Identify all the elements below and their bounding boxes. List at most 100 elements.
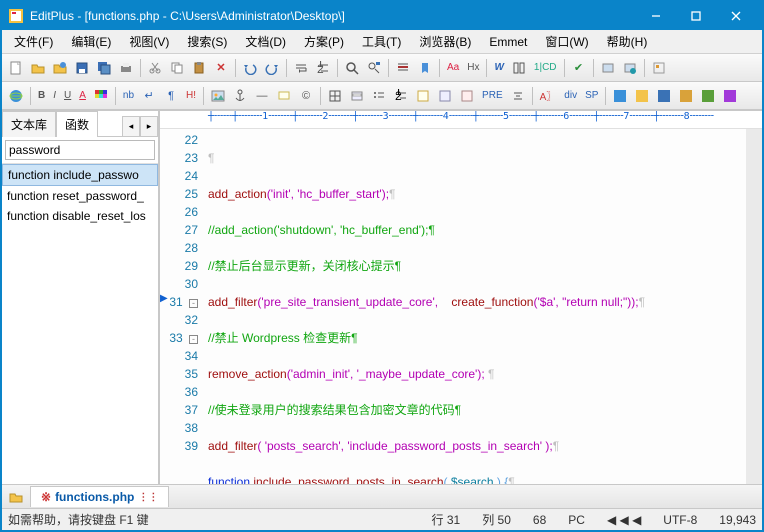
char-icon[interactable]: © bbox=[296, 86, 316, 106]
menu-tools[interactable]: 工具(T) bbox=[354, 31, 409, 52]
customize-icon[interactable] bbox=[649, 58, 669, 78]
redo-icon[interactable] bbox=[262, 58, 282, 78]
print-icon[interactable] bbox=[116, 58, 136, 78]
editor: ┼╌╌╌┼╌╌╌╌1╌╌╌╌┼╌╌╌╌2╌╌╌╌┼╌╌╌╌3╌╌╌╌┼╌╌╌╌4… bbox=[160, 111, 762, 484]
document-tab-label: functions.php bbox=[55, 490, 134, 504]
columns-icon[interactable] bbox=[509, 58, 529, 78]
close-button[interactable] bbox=[716, 2, 756, 30]
hr-icon[interactable]: — bbox=[252, 86, 272, 106]
sidetab-library[interactable]: 文本库 bbox=[2, 111, 56, 137]
italic-icon[interactable]: I bbox=[50, 86, 59, 106]
menu-document[interactable]: 文档(D) bbox=[237, 31, 294, 52]
copy-icon[interactable] bbox=[167, 58, 187, 78]
replace-icon[interactable] bbox=[364, 58, 384, 78]
paragraph-icon[interactable]: ¶ bbox=[161, 86, 181, 106]
settings-icon[interactable] bbox=[598, 58, 618, 78]
word-wrap-icon[interactable] bbox=[291, 58, 311, 78]
palette6-icon[interactable] bbox=[720, 86, 740, 106]
maximize-button[interactable] bbox=[676, 2, 716, 30]
paste-icon[interactable] bbox=[189, 58, 209, 78]
menu-bar: 文件(F) 编辑(E) 视图(V) 搜索(S) 文档(D) 方案(P) 工具(T… bbox=[2, 30, 762, 54]
status-chars: 68 bbox=[533, 513, 546, 527]
menu-browser[interactable]: 浏览器(B) bbox=[411, 31, 479, 52]
line-number-icon[interactable]: 12 bbox=[313, 58, 333, 78]
underline-icon[interactable]: U bbox=[61, 86, 74, 106]
span-icon[interactable]: SP bbox=[582, 86, 601, 106]
encoding-icon[interactable]: 1|CD bbox=[531, 58, 560, 78]
list-ol-icon[interactable]: 12 bbox=[391, 86, 411, 106]
nbsp-icon[interactable]: nb bbox=[120, 86, 137, 106]
open-remote-icon[interactable] bbox=[50, 58, 70, 78]
globe-icon[interactable] bbox=[6, 86, 26, 106]
list-ul-icon[interactable] bbox=[369, 86, 389, 106]
status-col: 列 50 bbox=[482, 511, 511, 528]
center-icon[interactable] bbox=[508, 86, 528, 106]
heading-icon[interactable]: H! bbox=[183, 86, 199, 106]
menu-emmet[interactable]: Emmet bbox=[481, 33, 535, 51]
palette2-icon[interactable] bbox=[632, 86, 652, 106]
palette5-icon[interactable] bbox=[698, 86, 718, 106]
div-icon[interactable]: div bbox=[561, 86, 580, 106]
tab-close-icon[interactable]: ⋮⋮ bbox=[138, 492, 158, 503]
app-icon bbox=[8, 8, 24, 24]
new-file-icon[interactable] bbox=[6, 58, 26, 78]
status-encoding[interactable]: UTF-8 bbox=[663, 513, 697, 527]
hex-icon[interactable]: Hx bbox=[464, 58, 482, 78]
menu-view[interactable]: 视图(V) bbox=[121, 31, 177, 52]
bold-icon[interactable]: B bbox=[35, 86, 48, 106]
table-icon[interactable] bbox=[325, 86, 345, 106]
spellcheck-icon[interactable]: ✔ bbox=[569, 58, 589, 78]
fold-toggle-icon[interactable]: - bbox=[189, 335, 198, 344]
function-item[interactable]: function reset_password_ bbox=[2, 186, 158, 206]
gutter: 222324252627282930 31 - 32 33 - 34353637… bbox=[160, 129, 204, 484]
fold-toggle-icon[interactable]: - bbox=[189, 299, 198, 308]
menu-project[interactable]: 方案(P) bbox=[296, 31, 352, 52]
script-icon[interactable] bbox=[413, 86, 433, 106]
menu-help[interactable]: 帮助(H) bbox=[599, 31, 656, 52]
palette3-icon[interactable] bbox=[654, 86, 674, 106]
anchor-icon[interactable] bbox=[230, 86, 250, 106]
sidetab-prev-icon[interactable]: ◂ bbox=[122, 116, 140, 136]
function-search-input[interactable] bbox=[5, 140, 155, 160]
function-search bbox=[2, 137, 158, 164]
code-area[interactable]: ¶ add_action('init', 'hc_buffer_start');… bbox=[204, 129, 746, 484]
palette1-icon[interactable] bbox=[610, 86, 630, 106]
minimize-button[interactable] bbox=[636, 2, 676, 30]
find-icon[interactable] bbox=[342, 58, 362, 78]
break-icon[interactable]: ↵ bbox=[139, 86, 159, 106]
menu-search[interactable]: 搜索(S) bbox=[179, 31, 235, 52]
applet-icon[interactable] bbox=[435, 86, 455, 106]
function-list[interactable]: function include_passwo function reset_p… bbox=[2, 164, 158, 484]
sidetab-functions[interactable]: 函数 bbox=[56, 111, 98, 137]
image-icon[interactable] bbox=[208, 86, 228, 106]
menu-window[interactable]: 窗口(W) bbox=[537, 31, 596, 52]
document-tab[interactable]: ※ functions.php ⋮⋮ bbox=[30, 486, 169, 507]
folder-icon[interactable] bbox=[6, 487, 26, 507]
delete-icon[interactable]: ✕ bbox=[211, 58, 231, 78]
bookmark-icon[interactable] bbox=[415, 58, 435, 78]
vertical-scrollbar[interactable] bbox=[746, 129, 762, 484]
save-all-icon[interactable] bbox=[94, 58, 114, 78]
form-icon[interactable] bbox=[347, 86, 367, 106]
function-item[interactable]: function include_passwo bbox=[2, 164, 158, 186]
ruler: ┼╌╌╌┼╌╌╌╌1╌╌╌╌┼╌╌╌╌2╌╌╌╌┼╌╌╌╌3╌╌╌╌┼╌╌╌╌4… bbox=[160, 111, 762, 129]
object-icon[interactable] bbox=[457, 86, 477, 106]
function-item[interactable]: function disable_reset_los bbox=[2, 206, 158, 226]
font-size-icon[interactable]: Aa bbox=[444, 58, 462, 78]
cut-icon[interactable] bbox=[145, 58, 165, 78]
menu-file[interactable]: 文件(F) bbox=[6, 31, 61, 52]
pre-icon[interactable]: PRE bbox=[479, 86, 506, 106]
comment-icon[interactable] bbox=[274, 86, 294, 106]
color-picker-icon[interactable] bbox=[91, 86, 111, 106]
undo-icon[interactable] bbox=[240, 58, 260, 78]
open-file-icon[interactable] bbox=[28, 58, 48, 78]
save-icon[interactable] bbox=[72, 58, 92, 78]
palette4-icon[interactable] bbox=[676, 86, 696, 106]
menu-edit[interactable]: 编辑(E) bbox=[63, 31, 119, 52]
web-preview-icon[interactable]: W bbox=[491, 58, 506, 78]
sidetab-next-icon[interactable]: ▸ bbox=[140, 116, 158, 136]
settings2-icon[interactable] bbox=[620, 58, 640, 78]
goto-line-icon[interactable] bbox=[393, 58, 413, 78]
blockquote-icon[interactable]: A〗 bbox=[537, 86, 560, 106]
font-color-icon[interactable]: A bbox=[76, 86, 89, 106]
